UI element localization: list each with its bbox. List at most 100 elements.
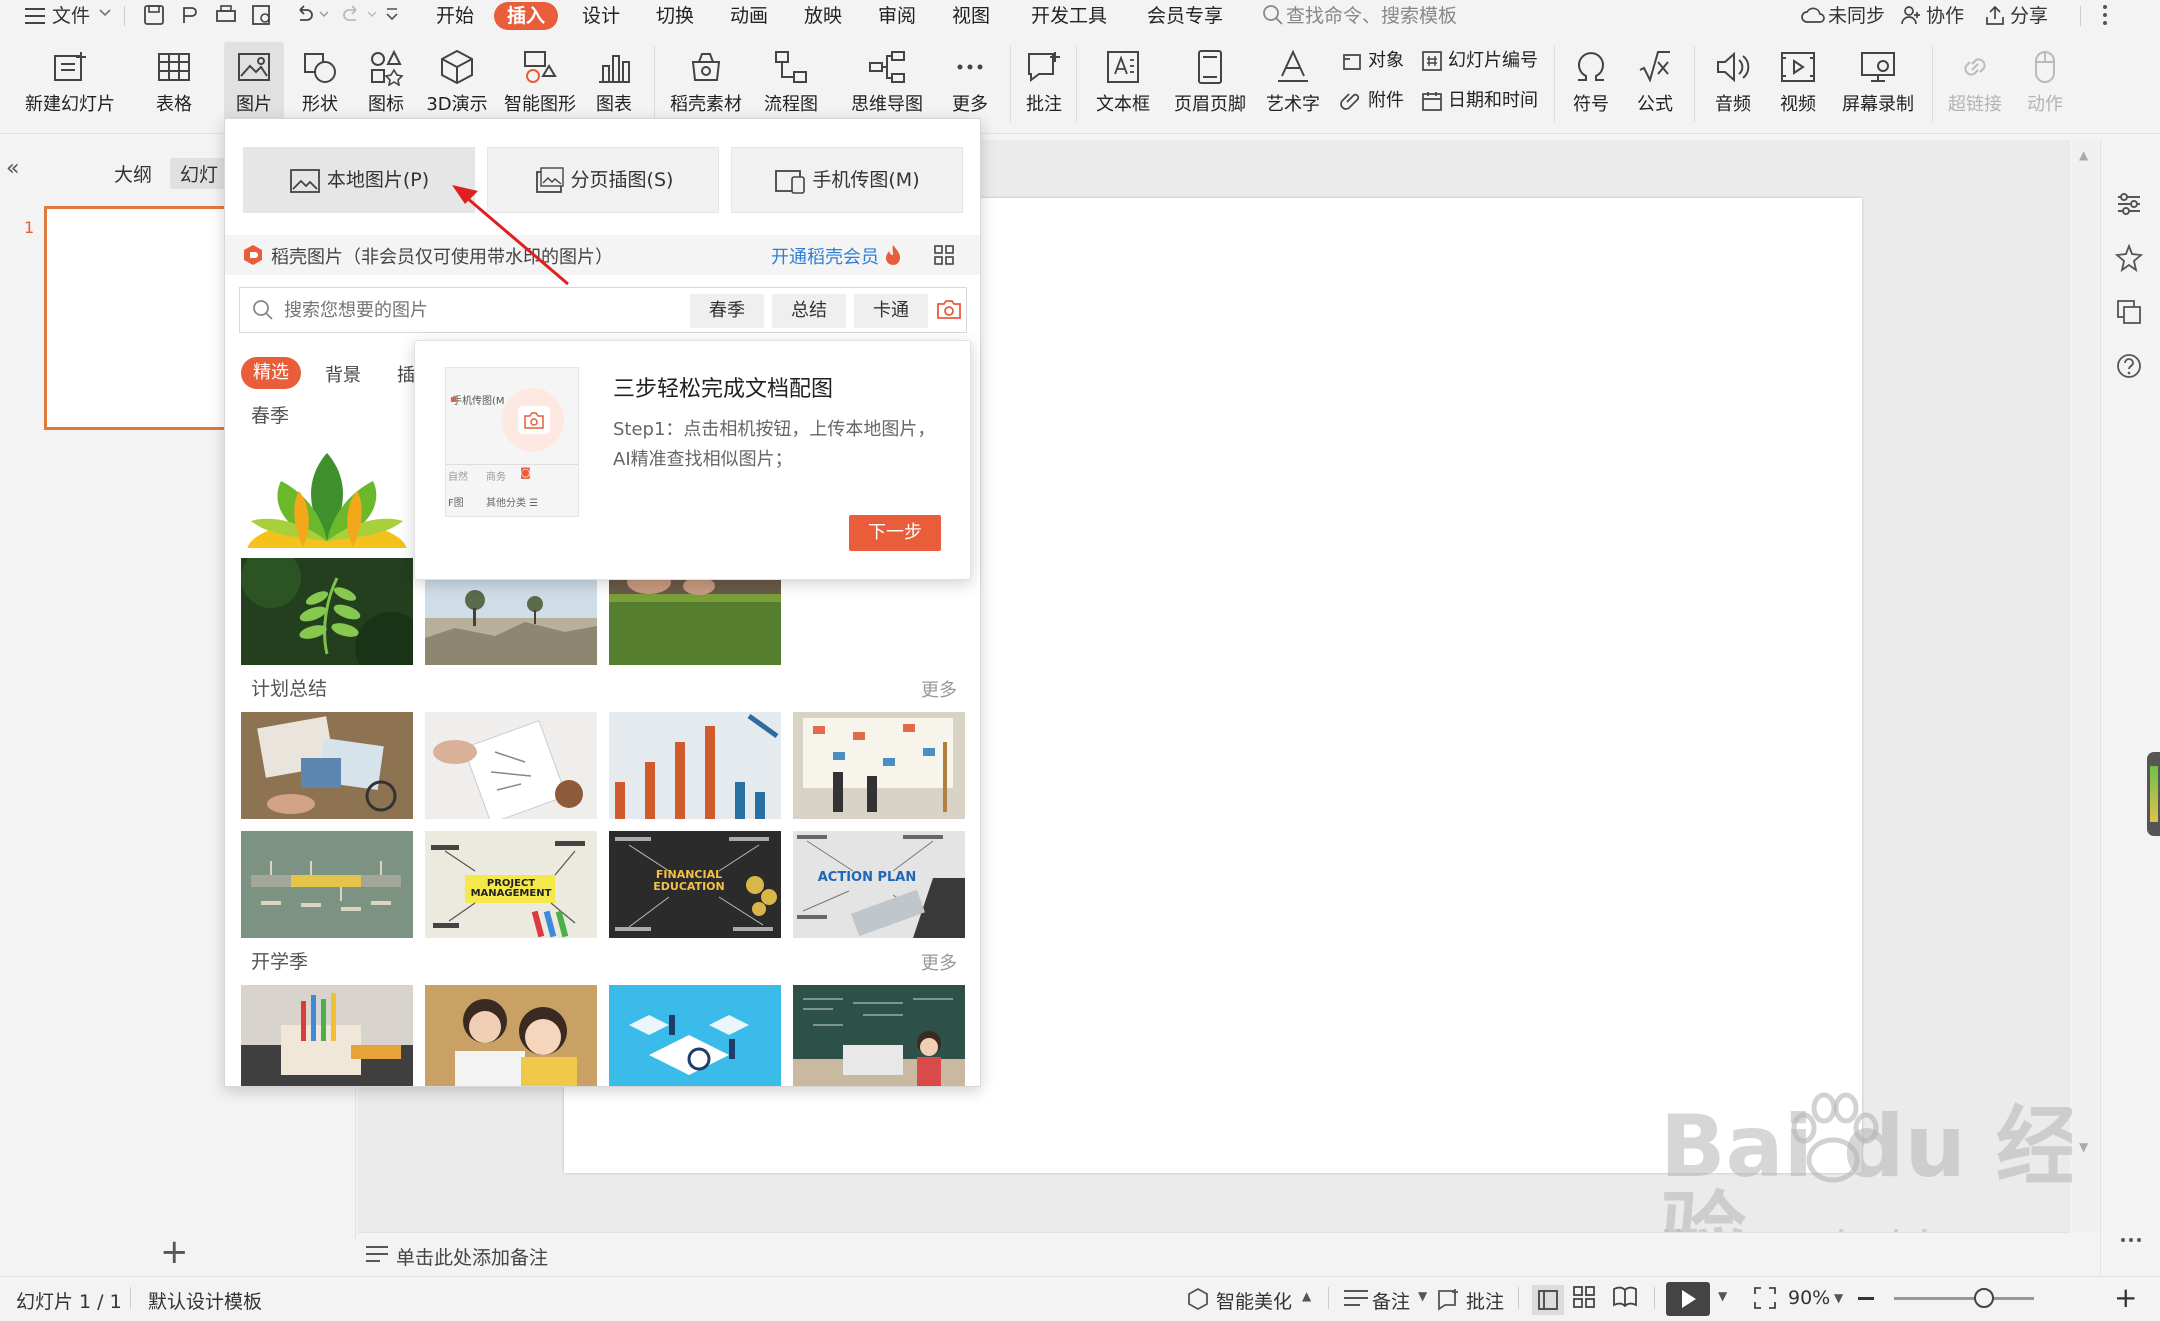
customize-toolbar-icon[interactable]	[384, 5, 400, 25]
slide-number-button[interactable]: 幻灯片编号	[1420, 46, 1538, 76]
tab-slideshow[interactable]: 放映	[792, 2, 854, 30]
slide-thumbnail[interactable]	[44, 206, 244, 430]
comment-toggle-button[interactable]: 批注	[1466, 1287, 1504, 1314]
more-horizontal-icon[interactable]	[2119, 1236, 2143, 1244]
search-tag-spring[interactable]: 春季	[690, 294, 764, 328]
zoom-out-icon[interactable]	[1858, 1297, 1874, 1300]
member-link[interactable]: 开通稻壳会员	[771, 243, 879, 269]
header-footer-button[interactable]: 页眉页脚	[1168, 42, 1252, 128]
notes-placeholder[interactable]: 单击此处添加备注	[396, 1243, 548, 1270]
fit-window-icon[interactable]	[1752, 1285, 1778, 1311]
search-tag-cartoon[interactable]: 卡通	[854, 294, 928, 328]
tab-transition[interactable]: 切换	[644, 2, 706, 30]
wordart-button[interactable]: 艺术字	[1258, 42, 1328, 128]
grid-view-icon[interactable]	[1572, 1285, 1596, 1309]
tab-outline[interactable]: 大纲	[114, 160, 152, 187]
object-button[interactable]: 对象	[1340, 46, 1404, 76]
daoke-material-button[interactable]: 稻壳素材	[664, 42, 748, 128]
notes-toggle-icon[interactable]	[1342, 1287, 1370, 1311]
hyperlink-button[interactable]: 超链接	[1940, 42, 2010, 128]
phone-picture-option[interactable]: 手机传图(M)	[731, 147, 963, 213]
thumb-financial-education[interactable]: FINANCIAL EDUCATION	[609, 831, 781, 938]
thumb-timeline-infographic[interactable]	[241, 831, 413, 938]
scroll-down-icon[interactable]: ▼	[2079, 1140, 2088, 1154]
icon-button[interactable]: 图标	[356, 42, 416, 128]
section-more-school-season[interactable]: 更多	[921, 949, 957, 975]
reading-view-icon[interactable]	[1612, 1285, 1638, 1309]
tab-design[interactable]: 设计	[570, 2, 632, 30]
formula-button[interactable]: 公式	[1626, 42, 1684, 128]
category-background[interactable]: 背景	[325, 361, 361, 387]
settings-sliders-icon[interactable]	[2115, 190, 2143, 218]
cloud-sync-icon[interactable]	[1800, 4, 1826, 26]
screen-record-button[interactable]: 屏幕录制	[1836, 42, 1920, 128]
caret-down-icon[interactable]: ▼	[1418, 1289, 1427, 1303]
new-slide-button[interactable]: 新建幻灯片	[14, 42, 126, 128]
tab-animation[interactable]: 动画	[718, 2, 780, 30]
tab-view[interactable]: 视图	[940, 2, 1002, 30]
caret-down-icon[interactable]: ▼	[1718, 1289, 1727, 1303]
next-step-button[interactable]: 下一步	[849, 515, 941, 551]
thumb-sketch-planning[interactable]	[425, 712, 597, 819]
print-icon[interactable]	[214, 3, 238, 27]
play-slideshow-icon[interactable]	[1666, 1282, 1710, 1316]
share-button[interactable]: 分享	[2010, 3, 2048, 29]
zoom-level[interactable]: 90%	[1788, 1287, 1830, 1309]
tab-home[interactable]: 开始	[424, 2, 486, 30]
print-preview-icon[interactable]	[250, 3, 274, 27]
undo-icon[interactable]	[292, 3, 316, 27]
smart-art-button[interactable]: 智能图形	[500, 42, 580, 128]
notes-bar[interactable]: 单击此处添加备注	[358, 1232, 2070, 1276]
zoom-slider[interactable]	[1894, 1297, 2034, 1300]
table-button[interactable]: 表格	[144, 42, 204, 128]
chevron-down-icon[interactable]	[318, 8, 330, 20]
chevron-down-icon[interactable]	[366, 8, 378, 20]
template-name[interactable]: 默认设计模板	[148, 1287, 262, 1314]
add-slide-icon[interactable]: +	[160, 1232, 189, 1272]
redo-icon[interactable]	[340, 3, 364, 27]
thumb-planning-wall[interactable]	[793, 712, 965, 819]
export-pdf-icon[interactable]	[178, 3, 202, 27]
flowchart-button[interactable]: 流程图	[756, 42, 826, 128]
video-button[interactable]: 视频	[1768, 42, 1828, 128]
caret-up-icon[interactable]: ▲	[1302, 1289, 1311, 1303]
thumb-chalkboard-girl[interactable]	[793, 985, 965, 1086]
command-search-input[interactable]: 查找命令、搜索模板	[1286, 3, 1457, 29]
hamburger-menu-icon[interactable]	[22, 4, 48, 28]
notes-toggle-button[interactable]: 备注	[1372, 1287, 1410, 1314]
collaborate-button[interactable]: 协作	[1926, 3, 1964, 29]
3d-button[interactable]: 3D演示	[424, 42, 490, 128]
beautify-icon[interactable]	[1186, 1287, 1210, 1311]
thumb-mother-child[interactable]	[425, 985, 597, 1086]
audio-button[interactable]: 音频	[1704, 42, 1762, 128]
caret-down-icon[interactable]: ▼	[1834, 1291, 1843, 1305]
picture-button[interactable]: 图片	[224, 42, 284, 128]
mindmap-button[interactable]: 思维导图	[842, 42, 932, 128]
copy-icon[interactable]	[2115, 298, 2143, 326]
shape-button[interactable]: 形状	[290, 42, 350, 128]
picture-search-input[interactable]	[284, 294, 684, 326]
apps-grid-icon[interactable]	[933, 244, 955, 266]
textbox-button[interactable]: 文本框	[1088, 42, 1158, 128]
vertical-scrollbar[interactable]: ▲ ▼	[2072, 140, 2098, 1232]
search-tag-summary[interactable]: 总结	[772, 294, 846, 328]
tab-review[interactable]: 审阅	[866, 2, 928, 30]
symbol-button[interactable]: 符号	[1562, 42, 1620, 128]
thumb-education-isometric[interactable]	[609, 985, 781, 1086]
animation-star-icon[interactable]	[2115, 244, 2143, 272]
category-featured[interactable]: 精选	[241, 357, 301, 389]
collapse-panel-icon[interactable]: «	[6, 156, 19, 181]
thumb-travel-desk[interactable]	[241, 712, 413, 819]
thumb-spring-leaves[interactable]	[241, 441, 413, 548]
attachment-button[interactable]: 附件	[1340, 86, 1404, 116]
share-icon[interactable]	[1984, 4, 2006, 26]
tab-member[interactable]: 会员专享	[1140, 2, 1230, 30]
sync-status[interactable]: 未同步	[1828, 3, 1885, 29]
thumb-bar-chart-3d[interactable]	[609, 712, 781, 819]
camera-icon[interactable]	[936, 297, 962, 321]
section-more-plan-summary[interactable]: 更多	[921, 676, 957, 702]
thumb-school-supplies[interactable]	[241, 985, 413, 1086]
zoom-in-icon[interactable]: +	[2114, 1281, 2137, 1314]
category-illustration[interactable]: 插	[397, 361, 415, 387]
tab-insert[interactable]: 插入	[494, 2, 558, 30]
